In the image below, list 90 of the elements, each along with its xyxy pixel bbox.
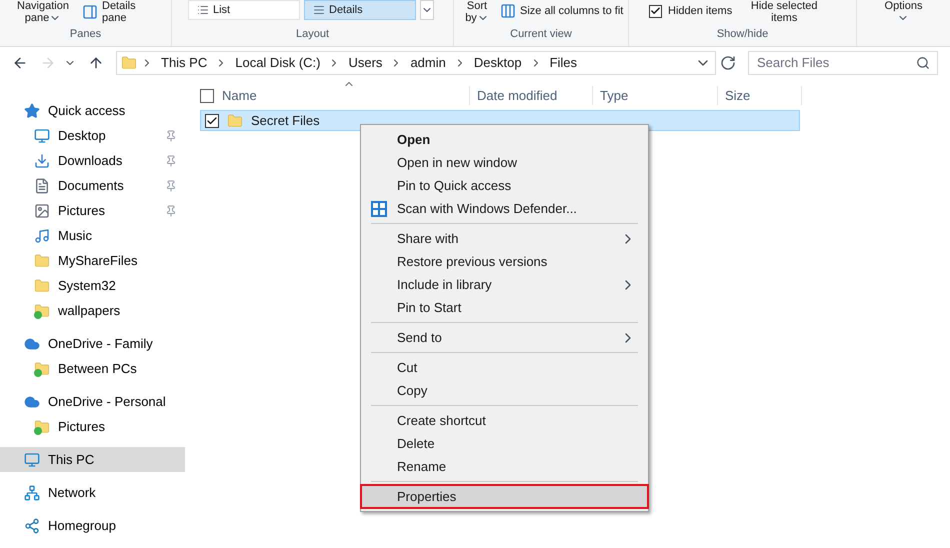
- sidebar-item[interactable]: Network: [0, 480, 185, 505]
- desktop-icon: [34, 128, 50, 144]
- sidebar-item[interactable]: Between PCs: [0, 356, 185, 381]
- sort-by-button[interactable]: Sort by: [462, 0, 492, 24]
- column-header[interactable]: Date modified: [469, 86, 592, 105]
- menu-item[interactable]: Cut: [361, 356, 648, 379]
- menu-item[interactable]: Rename: [361, 455, 648, 478]
- synced-folder-icon: [34, 302, 50, 318]
- homegroup-icon: [24, 518, 40, 534]
- refresh-icon[interactable]: [720, 54, 736, 70]
- computer-icon: [24, 452, 40, 468]
- pin-icon: [165, 154, 177, 166]
- pin-icon: [165, 204, 177, 216]
- group-label: Panes: [68, 26, 102, 42]
- sidebar-item[interactable]: System32: [0, 273, 185, 298]
- menu-item[interactable]: Delete: [361, 432, 648, 455]
- picture-icon: [34, 202, 50, 218]
- sidebar-item[interactable]: Pictures: [0, 414, 185, 439]
- details-icon: [313, 4, 325, 16]
- sidebar-item[interactable]: Downloads: [0, 148, 185, 173]
- size-columns-button[interactable]: Size all columns to fit: [500, 3, 624, 20]
- search-icon[interactable]: [916, 56, 930, 70]
- column-header[interactable]: Size: [717, 86, 802, 105]
- menu-item[interactable]: Create shortcut: [361, 409, 648, 432]
- sidebar-item[interactable]: wallpapers: [0, 298, 185, 323]
- address-field[interactable]: This PC Local Disk (C:) Users admin Desktop Files: [116, 50, 716, 74]
- sidebar-item[interactable]: OneDrive - Family: [0, 331, 185, 356]
- path-segment[interactable]: This PC: [157, 52, 212, 72]
- group-label: Show/hide: [716, 26, 770, 42]
- path-segment[interactable]: Local Disk (C:): [231, 52, 324, 72]
- path-segment[interactable]: Users: [344, 52, 386, 72]
- menu-item[interactable]: Open in new window: [361, 151, 648, 174]
- hide-selected-button[interactable]: Hide selected items: [744, 0, 824, 24]
- columns-icon: [500, 3, 516, 20]
- pane-icon: [82, 4, 98, 20]
- row-checkbox[interactable]: [205, 114, 219, 128]
- sidebar-item[interactable]: Quick access: [0, 98, 185, 123]
- menu-item[interactable]: Scan with Windows Defender...: [361, 197, 648, 220]
- sidebar-item[interactable]: Documents: [0, 173, 185, 198]
- synced-folder-icon: [34, 418, 50, 434]
- sidebar-item[interactable]: OneDrive - Personal: [0, 389, 185, 414]
- check-icon: [206, 114, 218, 126]
- sidebar-item[interactable]: Music: [0, 223, 185, 248]
- up-icon[interactable]: [88, 54, 104, 70]
- menu-item[interactable]: Share with: [361, 227, 648, 250]
- path-segment[interactable]: admin: [406, 52, 450, 72]
- folder-icon: [227, 112, 243, 128]
- cloud-icon: [24, 336, 40, 352]
- folder-icon: [121, 54, 137, 70]
- sidebar-item[interactable]: Desktop: [0, 123, 185, 148]
- options-button[interactable]: Options: [884, 0, 922, 24]
- layout-more-button[interactable]: [420, 0, 434, 20]
- layout-option[interactable]: List: [188, 0, 300, 20]
- folder-icon: [34, 252, 50, 268]
- menu-item[interactable]: Properties: [361, 485, 648, 508]
- layout-option[interactable]: Details: [304, 0, 416, 20]
- path-segment[interactable]: Desktop: [470, 52, 526, 72]
- folder-icon: [34, 278, 50, 294]
- menu-item[interactable]: Send to: [361, 326, 648, 349]
- document-icon: [34, 178, 50, 194]
- path-segment[interactable]: Files: [546, 52, 582, 72]
- star-icon: [24, 102, 40, 118]
- select-all-checkbox[interactable]: [200, 89, 214, 103]
- menu-item[interactable]: Open: [361, 128, 648, 151]
- search-field[interactable]: Search Files: [748, 50, 938, 74]
- menu-item[interactable]: Restore previous versions: [361, 250, 648, 273]
- cloud-icon: [24, 394, 40, 410]
- sidebar-item[interactable]: MyShareFiles: [0, 248, 185, 273]
- column-header[interactable]: Type: [592, 86, 717, 105]
- navigation-pane-button[interactable]: Navigation pane: [12, 0, 74, 24]
- pin-icon: [165, 130, 177, 142]
- group-label: Layout: [294, 26, 330, 42]
- column-header[interactable]: Name: [214, 86, 469, 105]
- menu-item[interactable]: Pin to Start: [361, 296, 648, 319]
- details-pane-button[interactable]: Details pane: [82, 0, 162, 24]
- synced-folder-icon: [34, 360, 50, 376]
- menu-item[interactable]: Pin to Quick access: [361, 174, 648, 197]
- network-icon: [24, 484, 40, 500]
- download-icon: [34, 152, 50, 168]
- pin-icon: [165, 180, 177, 192]
- file-name: Secret Files: [251, 112, 320, 130]
- menu-item[interactable]: Copy: [361, 379, 648, 402]
- hidden-items-checkbox[interactable]: Hidden items: [649, 3, 732, 20]
- back-icon[interactable]: [12, 54, 28, 70]
- sidebar-item[interactable]: Homegroup: [0, 513, 185, 538]
- music-icon: [34, 228, 50, 244]
- group-label: Current view: [509, 26, 573, 42]
- sidebar-item[interactable]: This PC: [0, 447, 185, 472]
- sidebar-item[interactable]: Pictures: [0, 198, 185, 223]
- menu-item[interactable]: Include in library: [361, 273, 648, 296]
